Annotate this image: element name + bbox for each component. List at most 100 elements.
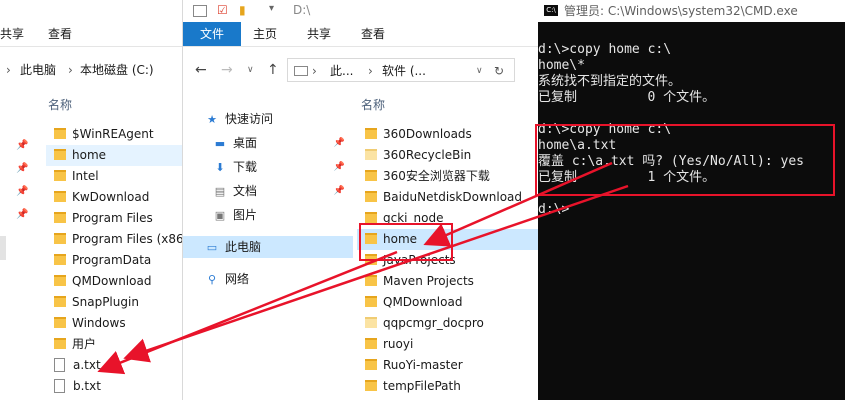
folder-icon	[365, 212, 377, 223]
folder-icon	[365, 317, 377, 328]
cmd-window[interactable]: C:\ 管理员: C:\Windows\system32\CMD.exe d:\…	[538, 0, 845, 400]
nav-item[interactable]: ▤ 文档 📌	[183, 180, 353, 202]
item-name: 用户	[72, 337, 97, 351]
nav-item[interactable]: ⚲ 网络	[183, 268, 353, 290]
item-name: BaiduNetdiskDownload	[383, 190, 523, 204]
folder-icon	[365, 149, 377, 160]
breadcrumb-local-disk[interactable]: 本地磁盘 (C:)	[80, 58, 154, 82]
tab-file[interactable]: 文件	[183, 22, 241, 46]
list-item[interactable]: home	[46, 145, 182, 166]
refresh-icon[interactable]: ↻	[494, 59, 504, 83]
explorer-window-d-drive: ☑ ▮ ▾ D:\ 文件 主页 共享 查看 ← → ∨ ↑ › 此... › 软…	[182, 0, 539, 400]
folder-icon	[365, 380, 377, 391]
folder-icon	[54, 275, 66, 286]
console-line: d:\>copy home c:\	[538, 42, 672, 57]
item-name: QMDownload	[383, 295, 463, 309]
breadcrumb-software-drive[interactable]: 软件 (...	[382, 59, 426, 83]
nav-item[interactable]: ▣ 图片	[183, 204, 353, 226]
recent-dropdown-icon[interactable]: ∨	[247, 58, 254, 82]
console-icon: C:\	[544, 5, 558, 16]
new-folder-icon[interactable]: ▮	[239, 3, 246, 17]
text-file-icon	[54, 357, 65, 372]
list-item[interactable]: Windows	[46, 313, 182, 334]
nav-item-label: 桌面	[233, 136, 258, 150]
folder-icon	[54, 170, 66, 181]
address-dropdown-icon[interactable]: ∨	[476, 59, 483, 83]
breadcrumb-this-pc[interactable]: 此...	[330, 59, 353, 83]
item-name: KwDownload	[72, 190, 150, 204]
item-name: home	[72, 148, 107, 162]
list-item[interactable]: Maven Projects	[357, 271, 539, 292]
quick-access-dropdown-icon[interactable]: ▾	[269, 3, 274, 14]
tab-share[interactable]: 共享	[307, 22, 331, 46]
list-item[interactable]: KwDownload	[46, 187, 182, 208]
list-item[interactable]: SnapPlugin	[46, 292, 182, 313]
nav-item-label: 文档	[233, 184, 258, 198]
forward-arrow-icon[interactable]: →	[221, 58, 233, 82]
list-item[interactable]: ProgramData	[46, 250, 182, 271]
item-name: 360安全浏览器下载	[383, 169, 490, 183]
list-item[interactable]: qqpcmgr_docpro	[357, 313, 539, 334]
address-bar[interactable]: › 此电脑 › 本地磁盘 (C:)	[0, 58, 182, 82]
download-icon: ⬇	[215, 161, 225, 174]
list-item[interactable]: Program Files	[46, 208, 182, 229]
item-name: $WinREAgent	[72, 127, 154, 141]
pin-icon: 📌	[333, 138, 345, 148]
item-name: qqpcmgr_docpro	[383, 316, 484, 330]
nav-item[interactable]: ▬ 桌面 📌	[183, 132, 353, 154]
column-header-name[interactable]: 名称	[361, 96, 385, 114]
title-bar	[0, 0, 182, 22]
properties-icon[interactable]: ☑	[217, 3, 228, 17]
list-item[interactable]: ruoyi	[357, 334, 539, 355]
list-item[interactable]: Intel	[46, 166, 182, 187]
nav-item[interactable]: ▭ 此电脑	[183, 236, 353, 258]
pin-icon: 📌	[333, 186, 345, 196]
console-line: d:\>	[538, 202, 570, 217]
list-item[interactable]: RuoYi-master	[357, 355, 539, 376]
tab-share[interactable]: 共享	[0, 22, 24, 46]
item-name: Program Files (x86)	[72, 232, 182, 246]
list-item[interactable]: tempFilePath	[357, 376, 539, 397]
folder-icon	[54, 254, 66, 265]
computer-icon: ▭	[206, 241, 218, 254]
folder-icon	[54, 233, 66, 244]
tab-view[interactable]: 查看	[48, 22, 72, 46]
list-item[interactable]: b.txt	[46, 376, 182, 397]
list-item[interactable]: $WinREAgent	[46, 124, 182, 145]
nav-item-label: 图片	[233, 208, 258, 222]
nav-item[interactable]: ★ 快速访问	[183, 108, 353, 130]
folder-icon	[54, 191, 66, 202]
address-bar[interactable]: › 此... › 软件 (... ∨ ↻	[287, 58, 515, 82]
annotation-box-cmd	[535, 124, 835, 196]
item-name: a.txt	[73, 358, 101, 372]
nav-item-label: 快速访问	[225, 112, 274, 126]
item-name: Program Files	[72, 211, 153, 225]
tab-home[interactable]: 主页	[253, 22, 277, 46]
list-item[interactable]: BaiduNetdiskDownload	[357, 187, 539, 208]
list-item[interactable]: QMDownload	[357, 292, 539, 313]
list-item[interactable]: 360Downloads	[357, 124, 539, 145]
pin-icon: 📌	[333, 162, 345, 172]
list-item[interactable]: a.txt	[46, 355, 182, 376]
nav-item[interactable]: ⬇ 下载 📌	[183, 156, 353, 178]
folder-icon	[54, 317, 66, 328]
item-name: SnapPlugin	[72, 295, 139, 309]
breadcrumb-this-pc[interactable]: 此电脑	[20, 58, 56, 82]
list-item[interactable]: 用户	[46, 334, 182, 355]
ribbon: 文件 主页 共享 查看	[183, 22, 539, 47]
up-arrow-icon[interactable]: ↑	[267, 58, 279, 82]
nav-item-label: 网络	[225, 272, 250, 286]
list-item[interactable]: 360安全浏览器下载	[357, 166, 539, 187]
list-item[interactable]: QMDownload	[46, 271, 182, 292]
cmd-title-bar: C:\ 管理员: C:\Windows\system32\CMD.exe	[538, 0, 845, 22]
item-name: ProgramData	[72, 253, 152, 267]
column-header-name[interactable]: 名称	[48, 96, 72, 114]
list-item[interactable]: 360RecycleBin	[357, 145, 539, 166]
back-arrow-icon[interactable]: ←	[195, 58, 207, 82]
star-icon: ★	[207, 113, 217, 126]
tab-view[interactable]: 查看	[361, 22, 385, 46]
drive-icon	[193, 5, 207, 17]
list-item[interactable]: Program Files (x86)	[46, 229, 182, 250]
pin-icon: 📌	[16, 140, 29, 151]
desktop-icon: ▬	[214, 137, 226, 150]
